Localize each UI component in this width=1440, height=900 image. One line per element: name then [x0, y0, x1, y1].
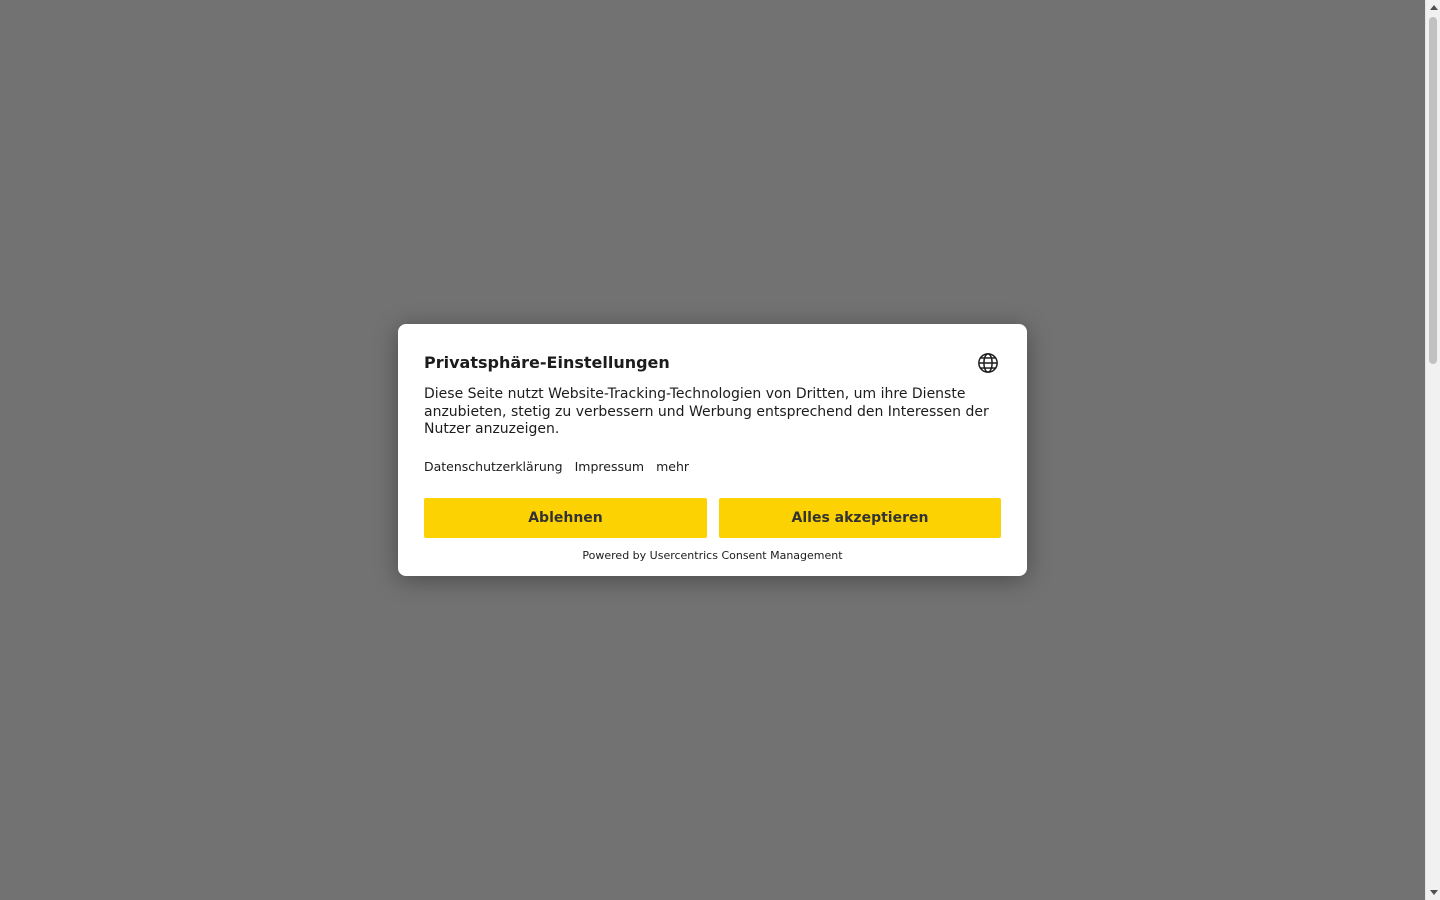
scroll-down-arrow-icon[interactable]: [1426, 885, 1440, 900]
scroll-up-arrow-icon[interactable]: [1426, 0, 1440, 15]
page-scrollbar[interactable]: [1425, 0, 1440, 900]
globe-icon[interactable]: [977, 352, 999, 374]
dialog-links: Datenschutzerklärung Impressum mehr: [424, 459, 689, 474]
powered-by-text: Powered by Usercentrics Consent Manageme…: [582, 549, 843, 562]
privacy-policy-link[interactable]: Datenschutzerklärung: [424, 459, 563, 474]
consent-dialog: Privatsphäre-Einstellungen Diese Seite n…: [398, 324, 1027, 576]
imprint-link[interactable]: Impressum: [575, 459, 644, 474]
deny-button[interactable]: Ablehnen: [424, 498, 707, 538]
scrollbar-thumb[interactable]: [1429, 17, 1437, 364]
accept-all-button[interactable]: Alles akzeptieren: [719, 498, 1001, 538]
dialog-description: Diese Seite nutzt Website-Tracking-Techn…: [424, 386, 989, 437]
dialog-title: Privatsphäre-Einstellungen: [424, 353, 670, 372]
more-link[interactable]: mehr: [656, 459, 689, 474]
